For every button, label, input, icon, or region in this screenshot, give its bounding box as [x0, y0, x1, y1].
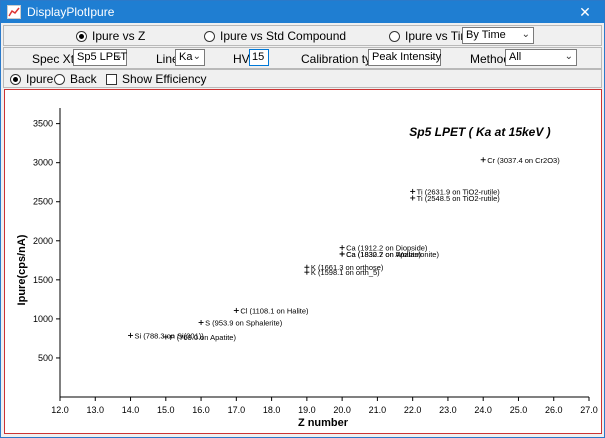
show-efficiency-label: Show Efficiency: [122, 72, 207, 86]
method-value: All: [509, 51, 522, 63]
hv-label: HV: [233, 52, 250, 66]
y-tick-label: 3000: [33, 158, 53, 168]
plot-mode-row: Ipure vs Z Ipure vs Std Compound Ipure v…: [3, 25, 602, 46]
plot-panel: Sp5 LPET ( Ka at 15keV ) Z number Ipure(…: [4, 89, 602, 434]
line-value: Ka: [179, 51, 193, 63]
time-mode-value: By Time: [466, 29, 506, 41]
mode-label: Ipure vs Z: [92, 29, 146, 43]
chevron-down-icon: ⌄: [192, 51, 201, 62]
window-title: DisplayPlotIpure: [27, 5, 115, 19]
x-tick-label: 14.0: [122, 405, 140, 415]
mode-label: Ipure vs Std Compound: [220, 29, 347, 43]
mode-ipure-vs-std-compound-radio[interactable]: Ipure vs Std Compound: [204, 29, 346, 43]
chevron-down-icon: ⌄: [521, 29, 530, 40]
back-label: Back: [70, 72, 97, 86]
data-point-label: S (953.9 on Sphalerite): [205, 318, 283, 327]
data-point-label: Cl (1108.1 on Halite): [240, 306, 309, 315]
x-tick-label: 25.0: [510, 405, 528, 415]
data-point-label: K (1598.1 on orth_5): [311, 268, 380, 277]
ipure-chart: Sp5 LPET ( Ka at 15keV ) Z number Ipure(…: [16, 108, 598, 429]
radio-selected-icon: [76, 30, 87, 42]
x-tick-label: 21.0: [369, 405, 387, 415]
x-tick-label: 20.0: [333, 405, 351, 415]
y-tick-label: 1500: [33, 275, 53, 285]
x-tick-label: 22.0: [404, 405, 422, 415]
chevron-down-icon: ⌄: [428, 51, 437, 62]
data-point-label: P (769.0 on Apatite): [170, 333, 237, 342]
title-bar: DisplayPlotIpure ✕: [1, 1, 604, 23]
y-tick-label: 2500: [33, 197, 53, 207]
x-tick-label: 12.0: [51, 405, 69, 415]
app-icon: [7, 5, 21, 19]
display-plot-window: DisplayPlotIpure ✕ Ipure vs Z Ipure vs S…: [0, 0, 605, 438]
back-radio[interactable]: Back: [54, 72, 97, 86]
x-tick-label: 23.0: [439, 405, 457, 415]
x-tick-label: 16.0: [192, 405, 210, 415]
chevron-down-icon: ⌄: [114, 51, 123, 62]
x-tick-label: 27.0: [580, 405, 598, 415]
close-icon: ✕: [579, 3, 591, 20]
line-select[interactable]: Ka ⌄: [175, 49, 205, 66]
radio-icon: [54, 73, 65, 85]
chart-title: Sp5 LPET ( Ka at 15keV ): [409, 125, 550, 139]
radio-icon: [389, 30, 400, 42]
y-tick-label: 2000: [33, 236, 53, 246]
time-mode-select[interactable]: By Time ⌄: [462, 27, 534, 44]
chevron-down-icon: ⌄: [564, 51, 573, 62]
radio-selected-icon: [10, 73, 21, 85]
data-point-label: Cr (3037.4 on Cr2O3): [487, 156, 560, 165]
hv-input[interactable]: 15: [249, 49, 269, 66]
x-axis-label: Z number: [298, 417, 349, 429]
x-tick-label: 17.0: [228, 405, 246, 415]
x-tick-label: 18.0: [263, 405, 281, 415]
checkbox-icon: [106, 73, 117, 85]
x-tick-label: 15.0: [157, 405, 175, 415]
x-tick-label: 24.0: [474, 405, 492, 415]
spec-xtal-select[interactable]: Sp5 LPET ⌄: [73, 49, 127, 66]
data-point-label: Ti (2548.5 on TiO2-rutile): [417, 194, 501, 203]
x-tick-label: 26.0: [545, 405, 563, 415]
x-tick-label: 19.0: [298, 405, 316, 415]
settings-row: Spec Xtal Sp5 LPET ⌄ Line Ka ⌄ HV 15 Cal…: [3, 47, 602, 69]
chart-points: Si (788.3 on Si(001))P (769.0 on Apatite…: [128, 156, 560, 342]
y-tick-label: 500: [38, 353, 53, 363]
radio-icon: [204, 30, 215, 42]
y-tick-label: 3500: [33, 119, 53, 129]
close-button[interactable]: ✕: [566, 1, 604, 23]
method-select[interactable]: All ⌄: [505, 49, 577, 66]
x-tick-label: 13.0: [87, 405, 105, 415]
view-options-row: Ipure Back Show Efficiency: [3, 69, 602, 88]
show-efficiency-checkbox[interactable]: Show Efficiency: [106, 72, 207, 86]
y-axis-label: Ipure(cps/nA): [16, 234, 28, 305]
chart-axes: 12.0 13.0 14.0 15.0 16.0 17.0 18.0 19.0 20.0 21.0…: [33, 108, 598, 415]
ipure-radio[interactable]: Ipure: [10, 72, 53, 86]
y-tick-label: 1000: [33, 314, 53, 324]
data-point-label: Ca (1830.2 on Wollastonite): [346, 250, 439, 259]
ipure-label: Ipure: [26, 72, 54, 86]
calibration-type-select[interactable]: Peak Intensity ⌄: [368, 49, 441, 66]
mode-ipure-vs-z-radio[interactable]: Ipure vs Z: [76, 29, 145, 43]
